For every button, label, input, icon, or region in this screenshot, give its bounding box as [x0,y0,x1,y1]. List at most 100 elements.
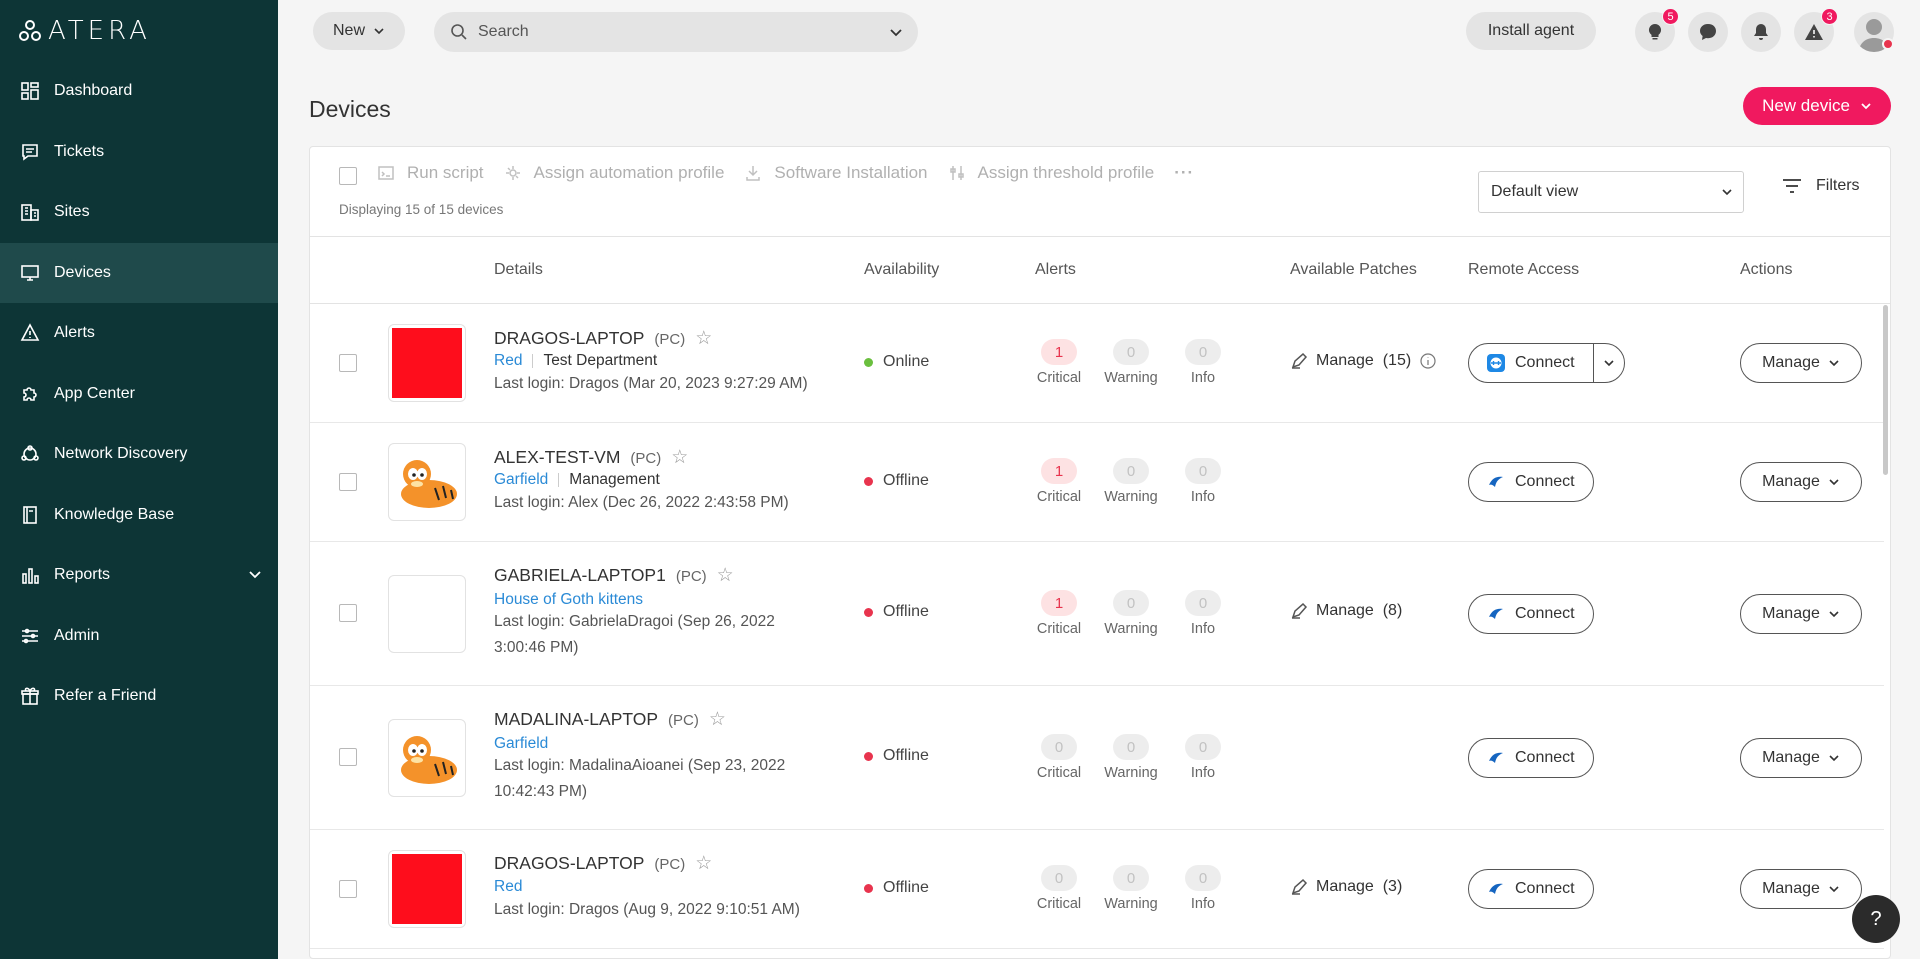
warning-count[interactable]: 0 [1113,734,1149,760]
site-link[interactable]: Garfield [494,471,548,489]
patches-manage-link[interactable]: Manage (3) [1290,878,1402,896]
critical-count[interactable]: 0 [1041,734,1077,760]
column-patches[interactable]: Available Patches [1290,261,1417,279]
site-link[interactable]: House of Goth kittens [494,591,643,609]
alerts-button[interactable]: 3 [1794,8,1838,52]
atera-logo[interactable]: ATERA [18,16,151,46]
critical-count[interactable]: 1 [1041,590,1077,616]
site-link[interactable]: Garfield [494,735,548,753]
manage-button[interactable]: Manage [1740,594,1862,634]
sidebar-item-admin[interactable]: Admin [0,606,278,667]
availability-status: Offline [864,879,929,897]
warning-icon [1805,24,1823,40]
table-row[interactable]: GABRIELA-LAPTOP1 (PC) ☆ House of Goth ki… [310,542,1884,686]
search-input[interactable]: Search [434,12,918,52]
scrollbar-thumb[interactable] [1883,305,1888,475]
star-icon[interactable]: ☆ [671,446,688,469]
filters-button[interactable]: Filters [1782,177,1860,195]
star-icon[interactable]: ☆ [717,564,734,587]
assign-automation-button[interactable]: Assign automation profile [504,163,724,183]
device-thumbnail [388,324,466,402]
connect-button[interactable]: Connect [1468,594,1594,634]
device-name[interactable]: ALEX-TEST-VM (PC) ☆ [494,446,688,469]
star-icon[interactable]: ☆ [709,708,726,731]
row-checkbox[interactable] [339,604,357,622]
device-name[interactable]: DRAGOS-LAPTOP (PC) ☆ [494,852,712,875]
manage-button[interactable]: Manage [1740,462,1862,502]
sidebar-item-tickets[interactable]: Tickets [0,122,278,183]
notifications-button[interactable] [1741,12,1781,52]
help-button[interactable]: ? [1852,895,1900,943]
device-name[interactable]: GABRIELA-LAPTOP1 (PC) ☆ [494,564,734,587]
critical-count[interactable]: 0 [1041,865,1077,891]
sidebar-item-network-discovery[interactable]: Network Discovery [0,424,278,485]
device-name[interactable]: MADALINA-LAPTOP (PC) ☆ [494,708,726,731]
more-actions-button[interactable]: ··· [1174,163,1194,183]
site-link[interactable]: Red [494,352,522,370]
row-checkbox[interactable] [339,880,357,898]
sidebar-item-knowledge-base[interactable]: Knowledge Base [0,485,278,546]
connect-button[interactable]: Connect [1468,869,1594,909]
warning-count[interactable]: 0 [1113,865,1149,891]
tips-button[interactable]: 5 [1635,8,1679,52]
table-row[interactable]: MADALINA-LAPTOP (PC) ☆ Garfield Last log… [310,686,1884,830]
connect-options-button[interactable] [1594,344,1624,382]
info-count[interactable]: 0 [1185,458,1221,484]
sidebar-item-app-center[interactable]: App Center [0,364,278,425]
column-details[interactable]: Details [494,261,543,279]
star-icon[interactable]: ☆ [695,852,712,875]
sidebar-item-devices[interactable]: Devices [0,242,278,303]
info-count[interactable]: 0 [1185,339,1221,365]
connect-button[interactable]: Connect [1468,462,1594,502]
run-script-button[interactable]: Run script [377,163,484,183]
site-link[interactable]: Red [494,878,522,896]
manage-button[interactable]: Manage [1740,343,1862,383]
info-count[interactable]: 0 [1185,590,1221,616]
warning-count[interactable]: 0 [1113,590,1149,616]
info-count[interactable]: 0 [1185,734,1221,760]
sidebar-item-dashboard[interactable]: Dashboard [0,61,278,122]
new-button[interactable]: New [313,12,405,50]
info-count[interactable]: 0 [1185,865,1221,891]
last-login: Last login: MadalinaAioanei (Sep 23, 202… [494,753,834,805]
star-icon[interactable]: ☆ [695,327,712,350]
chevron-down-icon[interactable] [888,24,904,40]
manage-button[interactable]: Manage [1740,738,1862,778]
sidebar-item-label: Knowledge Base [54,505,175,523]
warning-count[interactable]: 0 [1113,339,1149,365]
new-device-button[interactable]: New device [1743,87,1891,125]
column-alerts[interactable]: Alerts [1035,261,1076,279]
info-icon[interactable] [1419,352,1437,370]
column-availability[interactable]: Availability [864,261,939,279]
view-select[interactable]: Default view [1478,171,1744,213]
device-name[interactable]: DRAGOS-LAPTOP (PC) ☆ [494,327,712,350]
patches-manage-link[interactable]: Manage (15) [1290,352,1437,370]
patches-manage-link[interactable]: Manage (8) [1290,602,1402,620]
table-row[interactable]: DRAGOS-LAPTOP (PC) ☆ Red Test Department… [310,304,1884,423]
critical-count[interactable]: 1 [1041,339,1077,365]
warning-count[interactable]: 0 [1113,458,1149,484]
table-row[interactable]: ALEX-TEST-VM (PC) ☆ Garfield Management … [310,423,1884,542]
sidebar-item-refer-a-friend[interactable]: Refer a Friend [0,666,278,727]
connect-button[interactable]: Connect [1468,738,1594,778]
chevron-down-icon [249,571,261,579]
manage-label: Manage [1762,880,1820,897]
column-remote-access[interactable]: Remote Access [1468,261,1579,279]
device-name-text: GABRIELA-LAPTOP1 [494,565,666,585]
row-checkbox[interactable] [339,354,357,372]
critical-count[interactable]: 1 [1041,458,1077,484]
sidebar-item-alerts[interactable]: Alerts [0,303,278,364]
row-checkbox[interactable] [339,748,357,766]
manage-button[interactable]: Manage [1740,869,1862,909]
software-installation-button[interactable]: Software Installation [744,163,928,183]
assign-threshold-button[interactable]: Assign threshold profile [948,163,1154,183]
connect-button[interactable]: Connect [1469,344,1594,382]
table-row[interactable]: DRAGOS-LAPTOP (PC) ☆ Red Last login: Dra… [310,830,1884,949]
sidebar-item-sites[interactable]: Sites [0,182,278,243]
row-checkbox[interactable] [339,473,357,491]
chat-button[interactable] [1688,12,1728,52]
warning-label: Warning [1104,370,1158,386]
select-all-checkbox[interactable] [339,167,357,185]
install-agent-button[interactable]: Install agent [1466,12,1596,50]
sidebar-item-reports[interactable]: Reports [0,545,278,606]
